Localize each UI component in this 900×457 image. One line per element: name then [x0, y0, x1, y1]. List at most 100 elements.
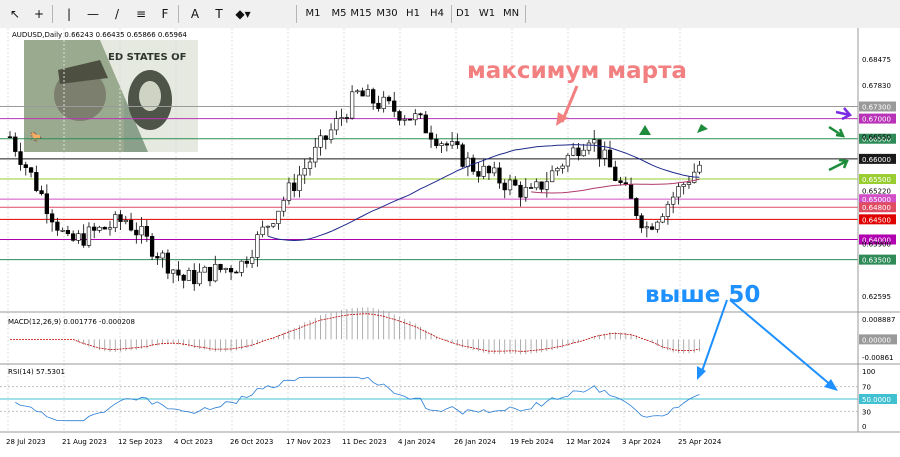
candle-body [202, 266, 207, 273]
candle-body [423, 114, 428, 134]
candle-body [234, 271, 239, 274]
candle-body [676, 186, 681, 198]
candle-body [197, 271, 202, 285]
candle-body [255, 234, 260, 258]
candle-body [113, 214, 118, 228]
candle-body [481, 165, 486, 177]
candle-body [271, 223, 276, 227]
trendline-tool-button[interactable]: / [108, 3, 126, 25]
candle-body [260, 226, 265, 235]
candle-body [28, 167, 34, 173]
candle-body [318, 135, 323, 148]
rsi-axis-label: 70 [862, 384, 871, 392]
candle-body [613, 166, 618, 181]
candle-body [549, 170, 555, 183]
candle-body [507, 179, 513, 191]
candle-body [160, 252, 165, 259]
candle-body [323, 135, 328, 140]
candle-body [286, 182, 292, 201]
candle-body [455, 141, 460, 146]
cursor-tool-button[interactable]: ↖ [6, 3, 24, 25]
candle-body [218, 264, 223, 270]
candle-body [65, 230, 71, 235]
timeframe-d1[interactable]: D1 [452, 3, 474, 25]
candle-body [586, 142, 592, 151]
candle-body [565, 154, 571, 167]
candle-body [376, 102, 381, 109]
timeframe-mn[interactable]: MN [500, 3, 522, 25]
candle-body [434, 138, 439, 146]
horizontal-line-tool-button[interactable]: — [84, 3, 102, 25]
timeframe-h1[interactable]: H1 [402, 3, 424, 25]
candle-body [118, 214, 123, 222]
date-label: 4 Oct 2023 [174, 438, 213, 446]
candle-body [502, 182, 507, 191]
level-tag-label: 0.67300 [862, 103, 891, 111]
timeframe-m30[interactable]: M30 [376, 3, 398, 25]
label-tool-button[interactable]: T [210, 3, 228, 25]
date-label: 11 Dec 2023 [342, 438, 387, 446]
candle-body [597, 139, 602, 159]
candle-body [571, 147, 576, 156]
candle-body [302, 168, 307, 176]
candle-body [328, 129, 334, 140]
shapes-tool-button[interactable]: ◆▾ [234, 3, 252, 25]
candle-body [13, 136, 18, 152]
macd-axis-label: -0.00861 [862, 354, 893, 362]
candle-body [139, 226, 144, 236]
crosshair-tool-button[interactable]: + [30, 3, 48, 25]
svg-text:🐎: 🐎 [30, 131, 43, 143]
candle-body [355, 90, 360, 93]
candle-body [55, 221, 60, 231]
price-axis-label: 0.67830 [862, 82, 891, 90]
candle-body [628, 184, 634, 199]
candle-body [102, 226, 107, 230]
candle-body [681, 184, 686, 187]
candle-body [418, 113, 423, 116]
fibonacci-tool-button[interactable]: F [156, 3, 174, 25]
level-tag-label: 0.64800 [862, 204, 891, 212]
candle-body [460, 144, 465, 167]
candle-body [334, 118, 339, 131]
vertical-line-tool-button[interactable]: | [60, 3, 78, 25]
above-50-annotation: выше 50 [645, 282, 760, 308]
timeframe-m15[interactable]: M15 [350, 3, 372, 25]
timeframe-w1[interactable]: W1 [476, 3, 498, 25]
rsi-axis-label: 0 [862, 423, 866, 431]
channel-tool-button[interactable]: ≡ [132, 3, 150, 25]
candle-body [634, 198, 639, 216]
timeframe-m5[interactable]: M5 [328, 3, 350, 25]
macd-header: MACD(12,26,9) 0.001776 -0.000208 [8, 318, 135, 326]
candle-body [492, 167, 497, 174]
price-axis-label: 0.63900 [862, 241, 891, 249]
candle-body [371, 89, 376, 104]
date-label: 17 Nov 2023 [286, 438, 331, 446]
candle-body [176, 269, 181, 276]
candle-body [297, 174, 302, 192]
candle-body [697, 164, 702, 173]
price-axis-label: 0.66550 [862, 134, 891, 142]
candle-body [497, 167, 502, 184]
candle-body [39, 190, 44, 195]
candle-body [444, 143, 449, 146]
candle-body [123, 220, 128, 222]
timeframe-h4[interactable]: H4 [426, 3, 448, 25]
chart-svg[interactable]: ED STATES OF 🐎 0.673000.670000.665000.66… [0, 28, 900, 453]
timeframe-m1[interactable]: M1 [302, 3, 324, 25]
rsi-axis-label: 50.0000 [862, 396, 891, 404]
candle-body [181, 274, 186, 281]
candle-body [292, 182, 297, 192]
candle-body [476, 171, 481, 177]
candle-body [618, 180, 623, 183]
date-label: 12 Mar 2024 [566, 438, 611, 446]
candle-body [281, 200, 286, 212]
toolbar-separator [296, 5, 297, 23]
text-tool-button[interactable]: A [186, 3, 204, 25]
candle-body [449, 141, 455, 146]
candle-body [560, 165, 565, 169]
date-label: 12 Sep 2023 [118, 438, 162, 446]
candle-body [539, 181, 544, 190]
candle-body [344, 117, 349, 119]
chart-area[interactable]: ED STATES OF 🐎 0.67300 0.67000 0.66500 0.66… [0, 28, 900, 453]
candle-body [165, 252, 171, 274]
